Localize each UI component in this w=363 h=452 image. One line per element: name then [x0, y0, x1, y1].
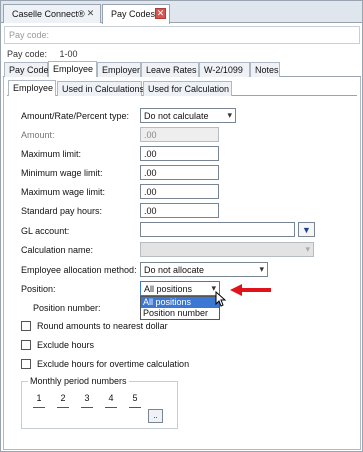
month-5: 5 [132, 393, 138, 403]
month-3: 3 [84, 393, 90, 403]
option-position-number[interactable]: Position number [141, 308, 219, 319]
amount-type-select[interactable]: Do not calculate ▾ [140, 108, 236, 123]
tab-w2-1099[interactable]: W-2/1099 [199, 62, 250, 77]
triangle-down-icon: ▼ [302, 224, 311, 235]
exclude-overtime-label: Exclude hours for overtime calculation [37, 359, 190, 369]
gl-account-field[interactable] [140, 222, 295, 237]
tab-label: Caselle Connect® [12, 9, 85, 19]
chevron-down-icon: ▾ [259, 264, 264, 274]
allocation-method-select[interactable]: Do not allocate ▾ [140, 262, 268, 277]
calculation-name-label: Calculation name: [21, 245, 94, 255]
monthly-period-legend: Monthly period numbers [28, 376, 129, 386]
amount-type-value: Do not calculate [144, 111, 209, 121]
month-4: 4 [108, 393, 114, 403]
amount-label: Amount: [21, 130, 55, 140]
tab-leave-rates[interactable]: Leave Rates [141, 62, 199, 77]
amount-field: .00 [140, 127, 219, 142]
standard-pay-hours-label: Standard pay hours: [21, 206, 103, 216]
allocation-method-value: Do not allocate [144, 265, 205, 275]
main-tab-bar: Pay Code Employee Employer Leave Rates W… [3, 61, 361, 77]
month-5-field[interactable] [129, 407, 141, 408]
checkbox-box[interactable] [21, 359, 31, 369]
month-2: 2 [60, 393, 66, 403]
month-4-field[interactable] [105, 407, 117, 408]
exclude-overtime-checkbox[interactable]: Exclude hours for overtime calculation [21, 359, 189, 369]
position-select[interactable]: All positions ▾ [140, 281, 220, 296]
position-dropdown-list: All positions Position number [140, 296, 220, 320]
tab-notes[interactable]: Notes [250, 62, 280, 77]
tab-used-in-calculations[interactable]: Used in Calculations [57, 81, 144, 96]
month-1-field[interactable] [33, 407, 45, 408]
chevron-down-icon: ▾ [305, 244, 310, 254]
maximum-wage-limit-field[interactable]: .00 [140, 184, 219, 199]
tab-label: Pay Codes [111, 9, 156, 19]
position-label: Position: [21, 284, 56, 294]
maximum-limit-field[interactable]: .00 [140, 146, 219, 161]
more-months-button[interactable]: .. [148, 409, 163, 423]
checkbox-box[interactable] [21, 340, 31, 350]
close-icon[interactable]: ✕ [155, 8, 166, 19]
tab-employee-sub[interactable]: Employee [8, 80, 56, 96]
gl-account-label: GL account: [21, 226, 70, 236]
position-number-label: Position number: [33, 303, 101, 313]
tab-employer[interactable]: Employer [97, 62, 141, 77]
tab-used-for-calculation[interactable]: Used for Calculation [143, 81, 232, 96]
minimum-wage-limit-field[interactable]: .00 [140, 165, 219, 180]
close-icon[interactable]: ✕ [85, 8, 96, 19]
month-2-field[interactable] [57, 407, 69, 408]
month-1: 1 [36, 393, 42, 403]
pay-code-header: Pay code: 1-00 [7, 49, 78, 59]
round-amounts-label: Round amounts to nearest dollar [37, 321, 168, 331]
chevron-down-icon: ▾ [227, 110, 232, 120]
red-arrow-icon [230, 284, 271, 296]
amount-type-label: Amount/Rate/Percent type: [21, 111, 130, 121]
maximum-wage-limit-label: Maximum wage limit: [21, 187, 106, 197]
tab-pay-codes[interactable]: Pay Codes ✕ [102, 4, 170, 24]
round-amounts-checkbox[interactable]: Round amounts to nearest dollar [21, 321, 168, 331]
exclude-hours-label: Exclude hours [37, 340, 95, 350]
month-3-field[interactable] [81, 407, 93, 408]
gl-account-lookup-button[interactable]: ▼ [298, 222, 315, 237]
pay-code-search-input[interactable]: Pay code: [4, 26, 360, 44]
calculation-name-select: ▾ [140, 242, 314, 257]
tab-pay-code[interactable]: Pay Code [4, 62, 49, 77]
tab-caselle-connect[interactable]: Caselle Connect® ✕ [3, 4, 101, 23]
pay-code-label: Pay code: [7, 49, 48, 59]
pay-code-value: 1-00 [59, 49, 78, 59]
minimum-wage-limit-label: Minimum wage limit: [21, 168, 103, 178]
maximum-limit-label: Maximum limit: [21, 149, 81, 159]
checkbox-box[interactable] [21, 321, 31, 331]
document-tab-bar: Caselle Connect® ✕ Pay Codes ✕ [1, 1, 362, 24]
exclude-hours-checkbox[interactable]: Exclude hours [21, 340, 94, 350]
sub-tab-bar: Employee Used in Calculations Used for C… [7, 80, 357, 96]
allocation-method-label: Employee allocation method: [21, 265, 137, 275]
search-placeholder: Pay code: [9, 30, 50, 40]
standard-pay-hours-field[interactable]: .00 [140, 203, 219, 218]
option-all-positions[interactable]: All positions [141, 297, 219, 308]
tab-employee[interactable]: Employee [48, 61, 97, 77]
position-value: All positions [144, 284, 193, 294]
monthly-period-group: Monthly period numbers 1 2 3 4 5 .. [21, 376, 178, 429]
mouse-pointer-icon [215, 291, 227, 307]
